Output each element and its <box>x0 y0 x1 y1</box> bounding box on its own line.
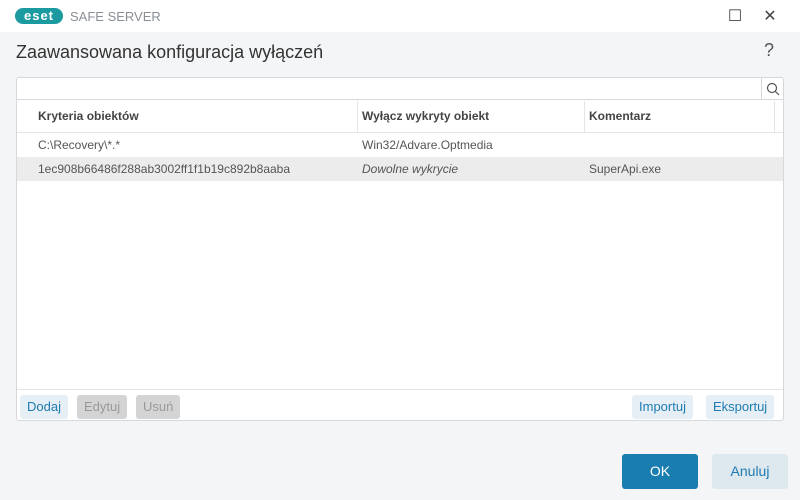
remove-button[interactable]: Usuń <box>136 395 181 419</box>
column-header-detection[interactable]: Wyłącz wykryty obiekt <box>358 101 585 132</box>
cancel-button[interactable]: Anuluj <box>712 454 788 489</box>
maximize-button[interactable]: ☐ <box>725 6 745 26</box>
help-button[interactable]: ? <box>764 40 774 61</box>
title-bar: eset SAFE SERVER ☐ ✕ <box>0 0 800 32</box>
edit-button[interactable]: Edytuj <box>77 395 128 419</box>
column-header-criteria[interactable]: Kryteria obiektów <box>17 101 358 132</box>
add-button[interactable]: Dodaj <box>20 395 68 419</box>
cell-detection: Dowolne wykrycie <box>362 162 459 176</box>
table-toolbar: Dodaj Edytuj Usuń Importuj Eksportuj <box>17 389 783 421</box>
table-row[interactable]: 1ec908b66486f288ab3002ff1f1b19c892b8aaba… <box>17 157 783 181</box>
column-header-comment[interactable]: Komentarz <box>585 101 775 132</box>
import-button[interactable]: Importuj <box>632 395 693 419</box>
exclusions-panel: Kryteria obiektów Wyłącz wykryty obiekt … <box>16 77 784 421</box>
page-title: Zaawansowana konfiguracja wyłączeń <box>16 42 324 62</box>
table-row[interactable]: C:\Recovery\*.* Win32/Advare.Optmedia <box>17 133 783 157</box>
table-header: Kryteria obiektów Wyłącz wykryty obiekt … <box>17 101 783 133</box>
cell-criteria: C:\Recovery\*.* <box>38 138 121 152</box>
export-button[interactable]: Eksportuj <box>706 395 775 419</box>
close-button[interactable]: ✕ <box>760 6 780 26</box>
cell-criteria: 1ec908b66486f288ab3002ff1f1b19c892b8aaba <box>38 162 291 176</box>
ok-button[interactable]: OK <box>622 454 698 489</box>
eset-logo: eset <box>15 8 63 24</box>
search-input[interactable] <box>17 78 783 100</box>
cell-detection: Win32/Advare.Optmedia <box>362 138 493 152</box>
product-name: SAFE SERVER <box>70 9 161 24</box>
search-icon[interactable] <box>761 78 783 100</box>
cell-comment: SuperApi.exe <box>589 162 662 176</box>
